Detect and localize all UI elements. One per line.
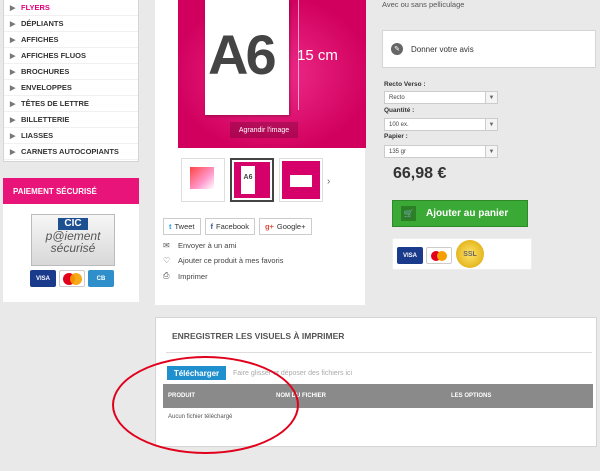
review-label: Donner votre avis	[411, 44, 474, 54]
thumbnail-1[interactable]	[181, 158, 225, 202]
cic-line2: sécurisé	[50, 241, 96, 255]
cb-card-icon: CB	[88, 270, 114, 287]
heart-icon: ♡	[163, 256, 171, 265]
recto-verso-value: Recto	[389, 94, 405, 101]
chevron-right-icon: ▶	[10, 4, 16, 12]
category-item-billetterie[interactable]: ▶ BILLETTERIE	[4, 112, 138, 128]
category-label: AFFICHES FLUOS	[21, 51, 86, 60]
chevron-right-icon: ▶	[10, 100, 16, 108]
share-buttons: t Tweet f Facebook g+ Google+	[163, 218, 312, 235]
twitter-icon: t	[169, 222, 172, 231]
category-label: BILLETTERIE	[21, 115, 70, 124]
mastercard-icon	[426, 247, 452, 264]
thumbnail-2[interactable]: A6	[230, 158, 274, 202]
category-label: CARNETS AUTOCOPIANTS	[21, 147, 119, 156]
category-list: ▶ FLYERS ▶ DÉPLIANTS ▶ AFFICHES ▶ AFFICHES F…	[3, 0, 139, 162]
lamination-note: Avec ou sans pelliculage	[382, 0, 465, 9]
cart-icon: 🛒	[401, 206, 416, 221]
printer-icon: ⎙	[163, 271, 170, 280]
chevron-down-icon: ▼	[485, 92, 497, 103]
write-review-button[interactable]: ✎ Donner votre avis	[382, 30, 596, 68]
print-label: Imprimer	[178, 271, 208, 281]
a6-format-text: A6	[208, 23, 277, 86]
category-label: ENVELOPPES	[21, 83, 72, 92]
google-plus-icon: g+	[264, 222, 274, 231]
chevron-right-icon: ▶	[10, 68, 16, 76]
category-label: FLYERS	[21, 3, 50, 12]
facebook-button[interactable]: f Facebook	[204, 218, 255, 235]
category-item-liasses[interactable]: ▶ LIASSES	[4, 128, 138, 144]
secure-payment-logos: VISA SSL	[392, 238, 532, 270]
quantity-value: 100 ex.	[389, 121, 409, 128]
category-item-brochures[interactable]: ▶ BROCHURES	[4, 64, 138, 80]
cic-payment-logo: CIC p@iement sécurisé	[31, 214, 115, 266]
quantity-select[interactable]: 100 ex. ▼	[384, 118, 498, 131]
google-plus-button[interactable]: g+ Google+	[258, 218, 312, 235]
category-label: DÉPLIANTS	[21, 19, 64, 28]
add-to-favorites-label: Ajouter ce produit à mes favoris	[178, 256, 284, 265]
category-label: AFFICHES	[21, 35, 59, 44]
paper-label: Papier :	[384, 133, 408, 140]
annotation-circle	[112, 356, 299, 454]
facebook-label: Facebook	[216, 222, 249, 231]
chevron-right-icon: ▶	[10, 36, 16, 44]
recto-verso-select[interactable]: Recto ▼	[384, 91, 498, 104]
mastercard-icon	[59, 270, 85, 287]
recto-verso-label: Recto Verso :	[384, 81, 426, 88]
thumbnail-strip: A6	[181, 158, 323, 202]
category-item-enveloppes[interactable]: ▶ ENVELOPPES	[4, 80, 138, 96]
send-to-friend-label: Envoyer à un ami	[178, 241, 237, 250]
category-item-flyers[interactable]: ▶ FLYERS	[4, 0, 138, 16]
secure-payment-title: PAIEMENT SÉCURISÉ	[3, 178, 139, 204]
tweet-button[interactable]: t Tweet	[163, 218, 201, 235]
google-label: Google+	[276, 222, 306, 231]
category-label: LIASSES	[21, 131, 54, 140]
tweet-label: Tweet	[174, 222, 195, 231]
facebook-icon: f	[210, 222, 214, 231]
visa-card-icon: VISA	[30, 270, 56, 287]
category-label: BROCHURES	[21, 67, 70, 76]
zoom-image-button[interactable]: Agrandir l'image	[230, 122, 298, 138]
pencil-icon: ✎	[391, 43, 403, 55]
visa-card-icon: VISA	[397, 247, 423, 264]
chevron-right-icon[interactable]: ›	[327, 176, 330, 187]
add-to-cart-label: Ajouter au panier	[426, 208, 509, 219]
product-price: 66,98 €	[393, 165, 447, 182]
paper-select[interactable]: 135 gr ▼	[384, 145, 498, 158]
quantity-label: Quantité :	[384, 107, 415, 114]
thumbnail-3[interactable]	[279, 158, 323, 202]
category-item-affiches[interactable]: ▶ AFFICHES	[4, 32, 138, 48]
category-item-depliants[interactable]: ▶ DÉPLIANTS	[4, 16, 138, 32]
send-to-friend-link[interactable]: ✉ Envoyer à un ami	[163, 241, 236, 250]
accepted-cards: VISA CB	[30, 270, 114, 287]
ssl-seal-icon: SSL	[456, 240, 484, 268]
secure-payment-block: PAIEMENT SÉCURISÉ CIC p@iement sécurisé …	[3, 178, 139, 302]
chevron-right-icon: ▶	[10, 52, 16, 60]
category-label: TÊTES DE LETTRE	[21, 99, 89, 108]
add-to-favorites-link[interactable]: ♡ Ajouter ce produit à mes favoris	[163, 256, 283, 265]
chevron-right-icon: ▶	[10, 132, 16, 140]
chevron-down-icon: ▼	[485, 146, 497, 157]
upload-section-title: ENREGISTRER LES VISUELS À IMPRIMER	[172, 331, 345, 341]
add-to-cart-button[interactable]: 🛒 Ajouter au panier	[392, 200, 528, 227]
chevron-right-icon: ▶	[10, 84, 16, 92]
column-options: LES OPTIONS	[451, 393, 492, 399]
chevron-right-icon: ▶	[10, 148, 16, 156]
chevron-right-icon: ▶	[10, 116, 16, 124]
category-item-tetes-de-lettre[interactable]: ▶ TÊTES DE LETTRE	[4, 96, 138, 112]
paper-value: 135 gr	[389, 148, 407, 155]
chevron-down-icon: ▼	[485, 119, 497, 130]
dimension-label: 15 cm	[297, 47, 338, 64]
divider	[166, 352, 592, 353]
print-link[interactable]: ⎙ Imprimer	[163, 271, 208, 281]
category-item-affiches-fluos[interactable]: ▶ AFFICHES FLUOS	[4, 48, 138, 64]
envelope-icon: ✉	[163, 241, 170, 250]
category-item-carnets-autocopiants[interactable]: ▶ CARNETS AUTOCOPIANTS	[4, 144, 138, 160]
chevron-right-icon: ▶	[10, 20, 16, 28]
